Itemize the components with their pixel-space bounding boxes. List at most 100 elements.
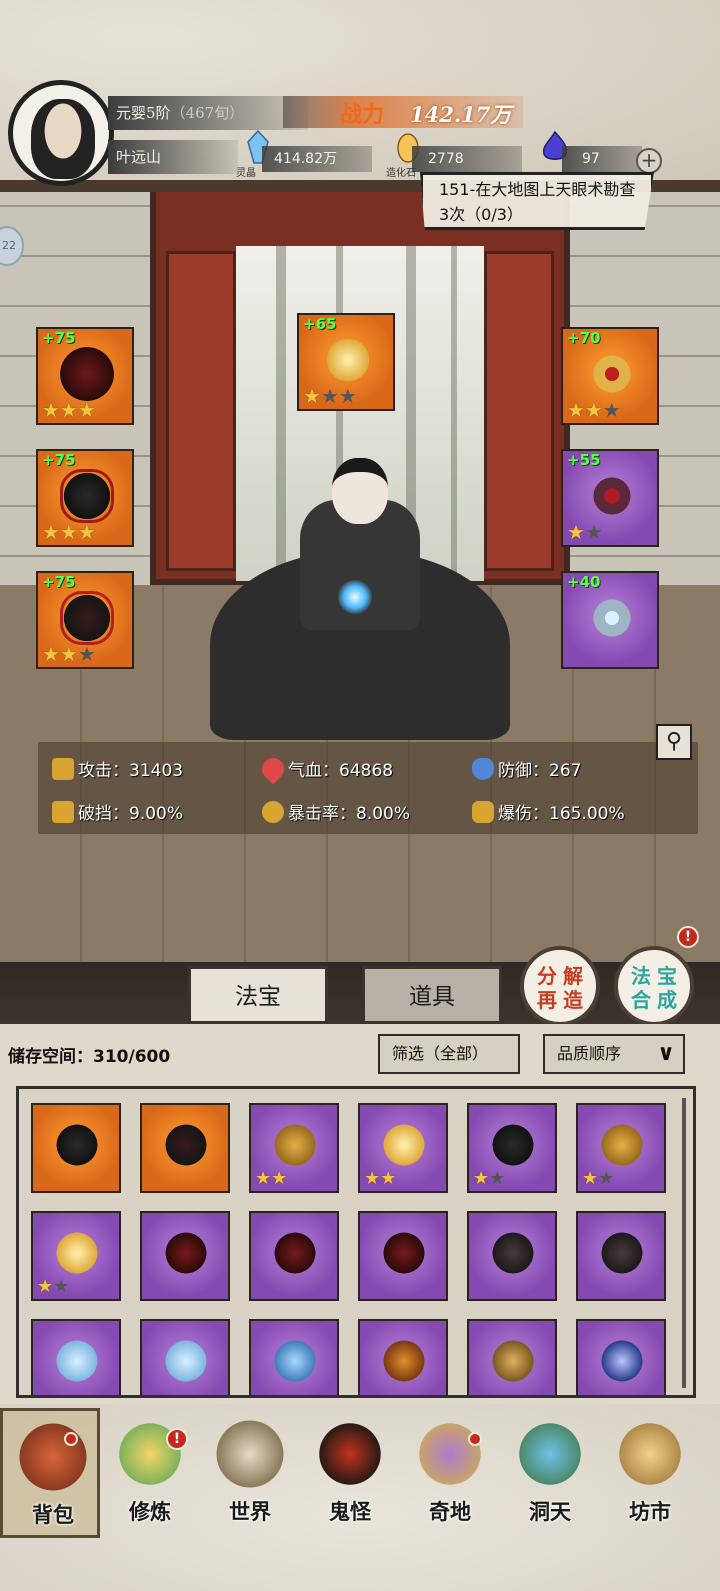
storage-label: 储存空间：: [8, 1047, 93, 1067]
magnify-button[interactable]: ⚲: [656, 724, 692, 760]
storage-value: 310/600: [93, 1047, 171, 1067]
inventory-slot[interactable]: ★★: [467, 1103, 557, 1193]
realm-text: 元婴5阶: [116, 104, 171, 122]
inventory-slot[interactable]: [249, 1211, 339, 1301]
nav-cultivate[interactable]: 修炼: [100, 1408, 200, 1538]
inventory-slot[interactable]: [358, 1319, 448, 1395]
quest-tracker[interactable]: 151-在大地图上天眼术勘查3次（0/3）: [420, 172, 654, 230]
star-rating: ★★: [37, 1276, 70, 1297]
star-rating: ★★★: [303, 384, 357, 408]
inventory-slot[interactable]: ★★: [31, 1211, 121, 1301]
creation-stone-caption: 造化石: [386, 168, 416, 179]
decompose-button[interactable]: 分解 再造: [520, 946, 600, 1026]
star-rating: ★★: [364, 1168, 397, 1189]
sort-dropdown[interactable]: 品质顺序 ∨: [543, 1034, 685, 1074]
equip-slot-boots[interactable]: +75 ★★★: [36, 571, 134, 669]
weapon-icon: [378, 1227, 430, 1279]
nav-ghost[interactable]: 鬼怪: [300, 1408, 400, 1538]
cultivate-icon: [114, 1412, 186, 1496]
boots-icon: [160, 1119, 212, 1171]
inventory-scrollbar[interactable]: [682, 1098, 686, 1388]
nav-wonderland[interactable]: 奇地: [400, 1408, 500, 1538]
armor-icon: [60, 469, 114, 523]
sword-icon: [160, 1335, 212, 1387]
character-model[interactable]: [180, 440, 540, 740]
inventory-slot[interactable]: [31, 1319, 121, 1395]
decompose-label-1: 分解: [537, 964, 589, 988]
tab-bar: [0, 962, 720, 1024]
inventory-slot[interactable]: [467, 1211, 557, 1301]
equip-slot-ring[interactable]: +40: [561, 571, 659, 669]
spirit-icon: [269, 1335, 321, 1387]
star-rating: ★★★: [42, 520, 96, 544]
necklace-icon: [585, 469, 639, 523]
star-rating: ★★★: [42, 642, 96, 666]
stat-crit-rate: 暴击率：8.00%: [262, 799, 410, 824]
nav-world[interactable]: 世界: [200, 1408, 300, 1538]
inventory-slot[interactable]: [140, 1103, 230, 1193]
grotto-icon: [514, 1412, 586, 1496]
inventory-slot[interactable]: ★★: [358, 1103, 448, 1193]
power-label: 战力: [340, 102, 385, 128]
decompose-label-2: 再造: [537, 988, 589, 1012]
nav-market[interactable]: 坊市: [600, 1408, 700, 1538]
spirit-crystal-caption: 灵晶: [236, 168, 256, 179]
inventory-slot[interactable]: [140, 1211, 230, 1301]
realm-plate: 元婴5阶（467旬）: [108, 96, 308, 130]
slot-level: +75: [42, 573, 76, 591]
tab-items[interactable]: 道具: [362, 966, 502, 1024]
inventory-slot[interactable]: ★★: [249, 1103, 339, 1193]
equip-slot-talisman[interactable]: +65 ★★★: [297, 313, 395, 411]
stat-crit-damage: 爆伤：165.00%: [472, 799, 625, 824]
orb-icon: [596, 1335, 648, 1387]
armor-icon: [487, 1119, 539, 1171]
star-rating: ★★: [473, 1168, 506, 1189]
inventory-grid: ★★ ★★ ★★ ★★ ★★: [16, 1086, 696, 1398]
inventory-slot[interactable]: [576, 1211, 666, 1301]
inventory-slot[interactable]: [249, 1319, 339, 1395]
synthesize-button[interactable]: 法宝 合成: [614, 946, 694, 1026]
inventory-slot[interactable]: [467, 1319, 557, 1395]
avatar[interactable]: [8, 80, 114, 186]
tab-treasure[interactable]: 法宝: [188, 966, 328, 1024]
talisman-icon: [378, 1119, 430, 1171]
equip-slot-necklace[interactable]: +55 ★★: [561, 449, 659, 547]
star-rating: ★★★: [567, 398, 621, 422]
equip-slot-armor[interactable]: +75 ★★★: [36, 449, 134, 547]
break-guard-icon: [52, 801, 74, 823]
shield-icon: [472, 758, 494, 780]
star-rating: ★★★: [42, 398, 96, 422]
slot-level: +65: [303, 315, 337, 333]
equip-slot-weapon[interactable]: +75 ★★★: [36, 327, 134, 425]
inventory-slot[interactable]: ★★: [576, 1103, 666, 1193]
boots-icon: [60, 591, 114, 645]
heart-icon: [257, 753, 289, 785]
talisman-icon: [51, 1227, 103, 1279]
filter-button[interactable]: 筛选（全部）: [378, 1034, 520, 1074]
ring-icon: [585, 591, 639, 645]
inventory-slot[interactable]: [576, 1319, 666, 1395]
nav-bag[interactable]: 背包: [0, 1408, 100, 1538]
wheel-icon: [596, 1227, 648, 1279]
bag-icon: [17, 1415, 89, 1499]
star-rating: ★★: [255, 1168, 288, 1189]
weapon-icon: [269, 1227, 321, 1279]
nav-grotto[interactable]: 洞天: [500, 1408, 600, 1538]
add-resource-button[interactable]: +: [636, 148, 662, 174]
player-name: 叶远山: [108, 140, 238, 174]
stat-break-guard: 破挡：9.00%: [52, 799, 183, 824]
synthesize-label-2: 合成: [631, 988, 683, 1012]
nav-bag-dot: [64, 1432, 78, 1446]
inventory-slot[interactable]: [140, 1319, 230, 1395]
inventory-slot[interactable]: [31, 1103, 121, 1193]
ghost-icon: [314, 1412, 386, 1496]
crown-icon: [585, 347, 639, 401]
spirit-orb: [338, 580, 372, 614]
golden-talisman-icon: [321, 333, 375, 387]
equip-slot-crown[interactable]: +70 ★★★: [561, 327, 659, 425]
star-rating: ★★: [567, 520, 603, 544]
market-icon: [614, 1412, 686, 1496]
search-icon: ⚲: [665, 729, 683, 754]
slot-level: +40: [567, 573, 601, 591]
inventory-slot[interactable]: [358, 1211, 448, 1301]
